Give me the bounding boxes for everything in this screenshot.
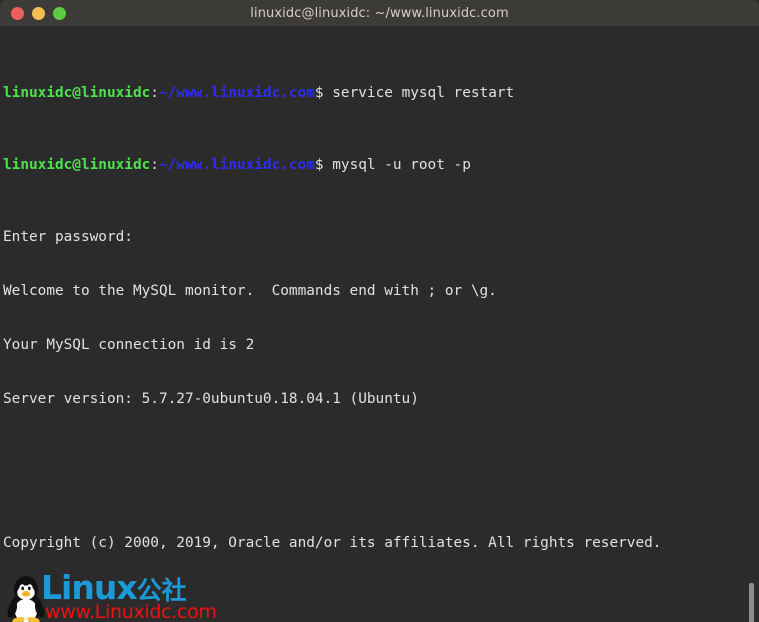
output-welcome: Welcome to the MySQL monitor. Commands e… bbox=[3, 283, 497, 299]
output-password-prompt: Enter password: bbox=[3, 229, 133, 245]
prompt-dollar: $ bbox=[314, 157, 324, 173]
window-titlebar: linuxidc@linuxidc: ~/www.linuxidc.com bbox=[0, 0, 759, 27]
prompt-colon: : bbox=[150, 157, 159, 173]
output-copyright: Copyright (c) 2000, 2019, Oracle and/or … bbox=[3, 535, 662, 551]
scrollbar-thumb[interactable] bbox=[749, 583, 754, 622]
prompt-path: ~/www.linuxidc.com bbox=[158, 157, 315, 173]
prompt-user-host: linuxidc@linuxidc bbox=[3, 157, 151, 173]
close-button-icon[interactable] bbox=[11, 6, 24, 20]
minimize-button-icon[interactable] bbox=[32, 6, 45, 20]
command-text: mysql -u root -p bbox=[323, 157, 471, 173]
terminal-line-prompt-2: linuxidc@linuxidc:~/www.linuxidc.com$ my… bbox=[3, 156, 759, 174]
terminal-screen: linuxidc@linuxidc:~/www.linuxidc.com$ se… bbox=[3, 30, 759, 622]
output-connection-id: Your MySQL connection id is 2 bbox=[3, 337, 255, 353]
command-text: service mysql restart bbox=[323, 85, 515, 101]
terminal-body[interactable]: linuxidc@linuxidc:~/www.linuxidc.com$ se… bbox=[0, 27, 759, 622]
terminal-scrollbar[interactable] bbox=[745, 27, 759, 622]
terminal-line-prompt-1: linuxidc@linuxidc:~/www.linuxidc.com$ se… bbox=[3, 84, 759, 102]
window-controls bbox=[0, 6, 66, 20]
terminal-window: linuxidc@linuxidc: ~/www.linuxidc.com li… bbox=[0, 0, 759, 622]
prompt-path: ~/www.linuxidc.com bbox=[158, 85, 315, 101]
prompt-colon: : bbox=[150, 85, 159, 101]
prompt-user-host: linuxidc@linuxidc bbox=[3, 85, 151, 101]
window-title: linuxidc@linuxidc: ~/www.linuxidc.com bbox=[250, 5, 509, 21]
maximize-button-icon[interactable] bbox=[53, 6, 66, 20]
output-server-version: Server version: 5.7.27-0ubuntu0.18.04.1 … bbox=[3, 391, 419, 407]
prompt-dollar: $ bbox=[314, 85, 324, 101]
